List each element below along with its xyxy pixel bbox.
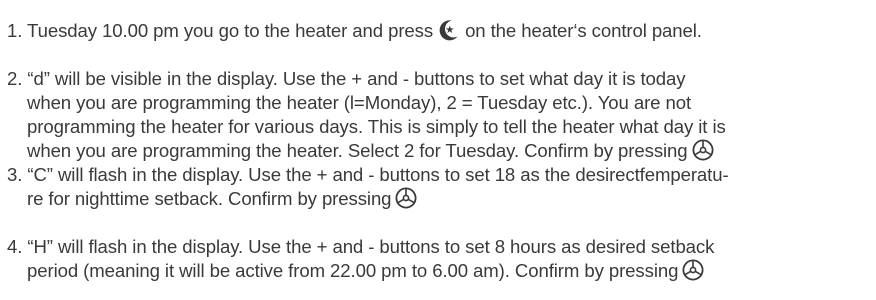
step-2-line-3: programming the heater for various days.… (7, 115, 869, 139)
step-1-text-before: Tuesday 10.00 pm you go to the heater an… (27, 20, 434, 41)
step-1: 1. Tuesday 10.00 pm you go to the heater… (7, 19, 869, 43)
step-2-line-1: 2. “d” will be visible in the display. U… (7, 67, 869, 91)
step-4-line-1: 4. “H” will flash in the display. Use th… (7, 235, 869, 259)
step-3-line-1: 3. “C” will flash in the display. Use th… (7, 163, 869, 187)
step-number: 2. (7, 68, 23, 89)
step-2-line-2: when you are programming the heater (l=M… (7, 91, 869, 115)
step-4: 4. “H” will flash in the display. Use th… (7, 235, 869, 283)
confirm-wheel-icon (692, 139, 714, 161)
step-3-line-2: re for nighttime setback. Confirm by pre… (7, 187, 869, 211)
step-2-text-1: “d” will be visible in the display. Use … (27, 68, 686, 89)
step-number: 4. (7, 236, 23, 257)
step-4-text-2: period (meaning it will be active from 2… (27, 260, 679, 281)
moon-star-icon (437, 19, 459, 41)
step-2-line-4: when you are programming the heater. Sel… (7, 139, 869, 163)
step-4-line-2: period (meaning it will be active from 2… (7, 259, 869, 283)
confirm-wheel-icon (682, 259, 704, 281)
step-2-text-2: when you are programming the heater (l=M… (27, 92, 692, 113)
confirm-wheel-icon (395, 187, 417, 209)
step-2: 2. “d” will be visible in the display. U… (7, 67, 869, 163)
step-2-text-4: when you are programming the heater. Sel… (27, 140, 688, 161)
step-3: 3. “C” will flash in the display. Use th… (7, 163, 869, 211)
step-3-text-1: “C” will flash in the display. Use the +… (27, 164, 729, 185)
step-4-text-1: “H” will flash in the display. Use the +… (27, 236, 715, 257)
step-number: 1. (7, 20, 23, 41)
step-1-line-1: 1. Tuesday 10.00 pm you go to the heater… (7, 19, 869, 43)
step-2-text-3: programming the heater for various days.… (27, 116, 726, 137)
step-number: 3. (7, 164, 23, 185)
step-1-text-after: on the heater‘s control panel. (465, 20, 702, 41)
step-3-text-2: re for nighttime setback. Confirm by pre… (27, 188, 392, 209)
